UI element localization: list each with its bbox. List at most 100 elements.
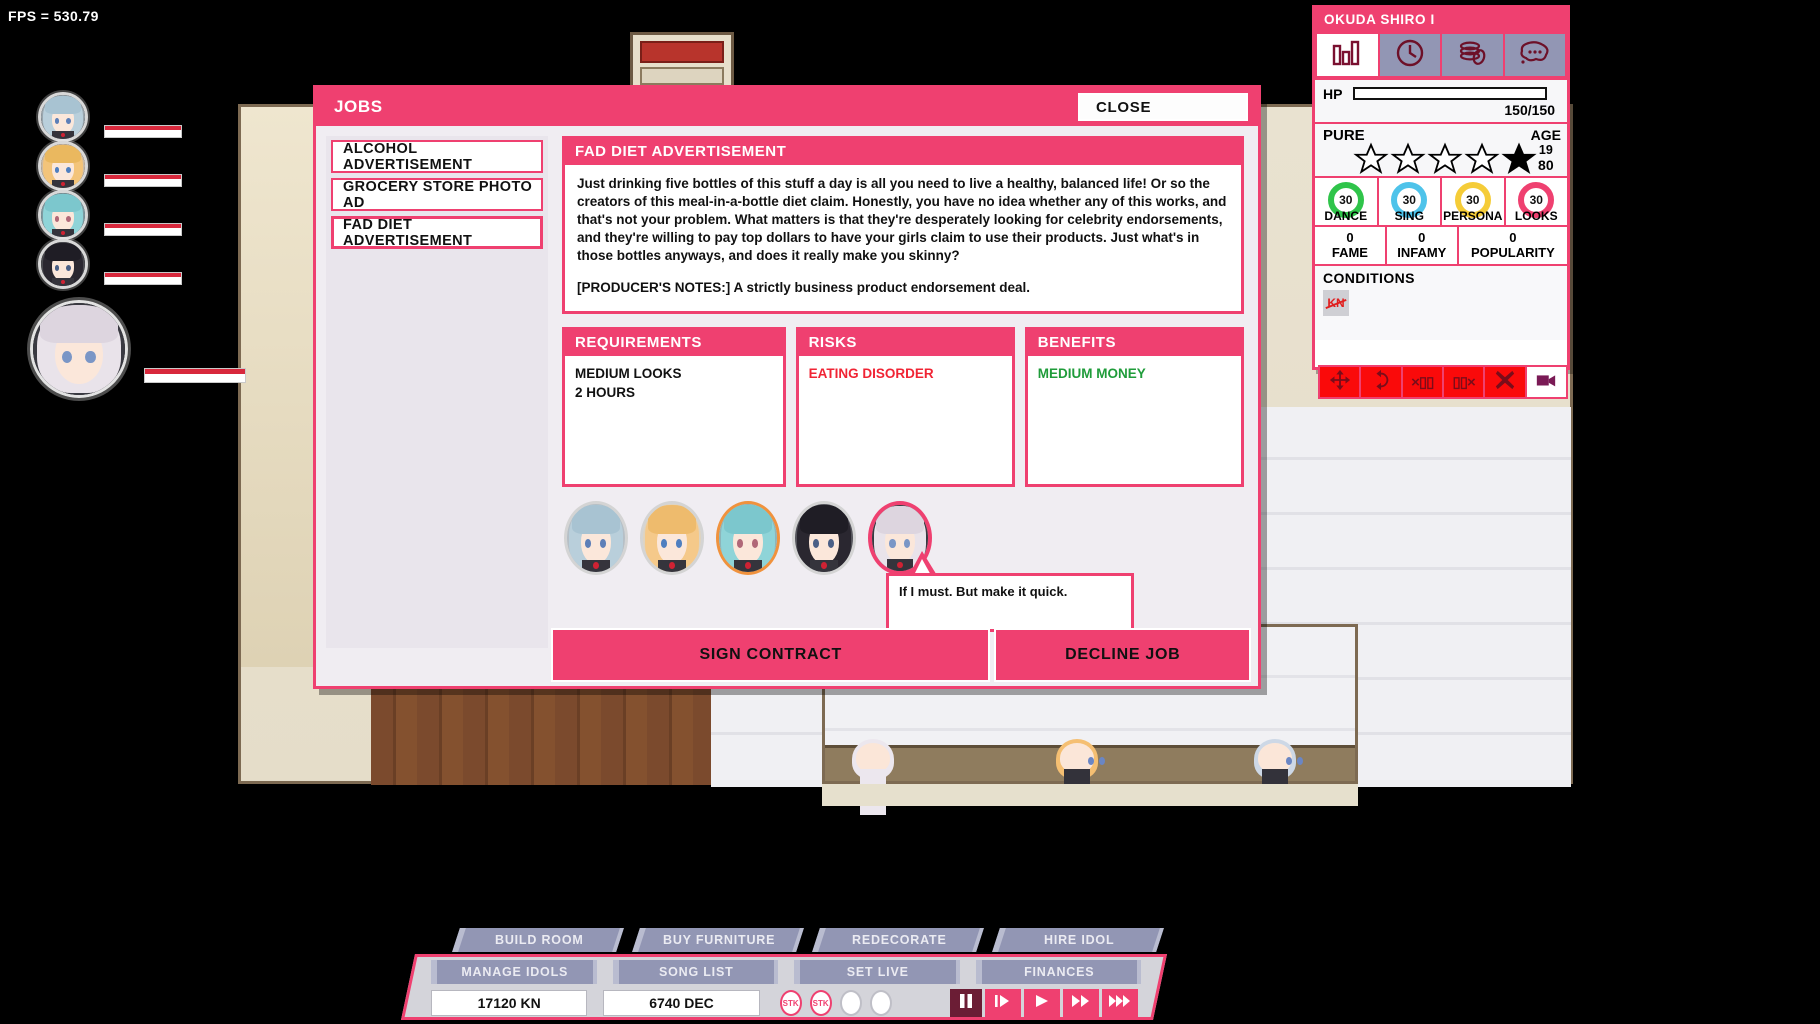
persona-value: 30: [1466, 193, 1480, 207]
meta-fame: 0 FAME: [1315, 227, 1387, 264]
purity-section: PURE AGE 19 80: [1315, 122, 1567, 176]
fame-label: FAME: [1331, 245, 1368, 260]
avatar[interactable]: [38, 190, 88, 240]
camera-icon: [1535, 369, 1557, 396]
tab-stats[interactable]: [1317, 34, 1378, 76]
roster-item[interactable]: [38, 190, 182, 240]
job-attributes-row: REQUIREMENTS MEDIUM LOOKS 2 HOURS RISKS …: [562, 326, 1244, 487]
avatar[interactable]: [38, 239, 88, 289]
flip-y-icon: ▯▯×: [1452, 374, 1476, 391]
idol-picker-slot-1[interactable]: [564, 501, 628, 575]
stock-slot-4[interactable]: [869, 990, 892, 1016]
hire-idol-button[interactable]: HIRE IDOL: [992, 928, 1164, 952]
benefits-panel: BENEFITS MEDIUM MONEY: [1024, 326, 1244, 487]
sing-value: 30: [1402, 193, 1416, 207]
stock-slot-1[interactable]: STK: [779, 990, 802, 1016]
character-toolbar: ×▯▯ ▯▯×: [1318, 365, 1568, 399]
looks-value: 30: [1529, 193, 1543, 207]
condition-badge-kn[interactable]: KN: [1323, 290, 1349, 316]
stat-looks: 30 LOOKS: [1505, 178, 1567, 225]
cabinet-drawer-red: [640, 41, 724, 63]
star-icon-empty: [1427, 142, 1463, 174]
fast-forward-button[interactable]: [1062, 989, 1099, 1017]
flip-vertical-button[interactable]: ▯▯×: [1443, 367, 1484, 397]
benefit-value: MEDIUM MONEY: [1037, 365, 1146, 381]
job-list-item-alcohol[interactable]: ALCOHOL ADVERTISEMENT: [331, 140, 543, 173]
hp-value: 150/150: [1504, 102, 1555, 118]
redecorate-button[interactable]: REDECORATE: [812, 928, 984, 952]
build-room-button[interactable]: BUILD ROOM: [452, 928, 624, 952]
tab-thoughts[interactable]: [1504, 34, 1565, 76]
avatar-selected[interactable]: [30, 300, 128, 398]
sign-contract-button[interactable]: SIGN CONTRACT: [551, 628, 991, 682]
persona-label: PERSONA: [1443, 209, 1503, 223]
job-list-item-fad-diet[interactable]: FAD DIET ADVERTISEMENT: [331, 216, 543, 249]
roster-item[interactable]: [38, 239, 182, 289]
manage-idols-button[interactable]: MANAGE IDOLS: [431, 960, 597, 984]
tab-schedule[interactable]: [1379, 34, 1440, 76]
tab-finance[interactable]: [1442, 34, 1503, 76]
delete-button[interactable]: [1485, 367, 1525, 397]
very-fast-forward-button[interactable]: [1101, 989, 1138, 1017]
hp-bar: [104, 272, 182, 285]
buy-furniture-button[interactable]: BUY FURNITURE: [632, 928, 804, 952]
popularity-label: POPULARITY: [1470, 245, 1555, 260]
meta-popularity: 0 POPULARITY: [1458, 227, 1567, 264]
requirement-value: 2 HOURS: [575, 385, 636, 401]
fps-counter: FPS = 530.79: [8, 8, 99, 24]
close-button[interactable]: CLOSE: [1078, 93, 1248, 121]
character-panel-tabs: [1315, 32, 1567, 78]
camera-button[interactable]: [1526, 367, 1566, 397]
move-button[interactable]: [1320, 367, 1360, 397]
infamy-value: 0: [1418, 230, 1426, 245]
hp-label: HP: [1323, 85, 1343, 102]
hp-bar: [104, 125, 182, 138]
job-description-panel: FAD DIET ADVERTISEMENT Just drinking fiv…: [562, 136, 1244, 314]
dance-label: DANCE: [1324, 209, 1368, 223]
job-list-item-grocery[interactable]: GROCERY STORE PHOTO AD: [331, 178, 543, 211]
job-description-text: Just drinking five bottles of this stuff…: [577, 176, 1227, 263]
play-icon: [1034, 994, 1050, 1013]
stat-dance: 30 DANCE: [1315, 178, 1379, 225]
job-action-row: SIGN CONTRACT DECLINE JOB: [551, 628, 1251, 682]
decline-job-button[interactable]: DECLINE JOB: [994, 628, 1251, 682]
hp-bar: [104, 223, 182, 236]
set-live-button[interactable]: SET LIVE: [794, 960, 960, 984]
flip-horizontal-button[interactable]: ×▯▯: [1402, 367, 1442, 397]
requirement-value: MEDIUM LOOKS: [575, 365, 682, 381]
job-list: ALCOHOL ADVERTISEMENT GROCERY STORE PHOT…: [326, 136, 548, 648]
song-list-button[interactable]: SONG LIST: [612, 960, 778, 984]
hp-bar: [104, 174, 182, 187]
rotate-icon: [1370, 369, 1392, 396]
idol-picker-slot-3[interactable]: [716, 501, 780, 575]
window-title: JOBS: [334, 97, 383, 116]
bottom-toolbar-mid-row: MANAGE IDOLS SONG LIST SET LIVE FINANCES: [431, 960, 1141, 985]
play-button[interactable]: [1023, 989, 1060, 1017]
roster-item[interactable]: [38, 141, 182, 191]
move-icon: [1329, 369, 1351, 396]
cabinet-drawer-light: [640, 67, 724, 85]
stock-slot-3[interactable]: [839, 990, 862, 1016]
age-label: AGE: [1530, 127, 1561, 143]
bottom-toolbar-main: MANAGE IDOLS SONG LIST SET LIVE FINANCES…: [400, 954, 1168, 1020]
clock-icon: [1393, 38, 1427, 73]
play-step-button[interactable]: [984, 989, 1021, 1017]
stock-slot-2[interactable]: STK: [809, 990, 832, 1016]
idol-picker-slot-2[interactable]: [640, 501, 704, 575]
rotate-button[interactable]: [1361, 367, 1401, 397]
roster-item[interactable]: [38, 92, 182, 142]
avatar[interactable]: [38, 92, 88, 142]
play-step-icon: [994, 994, 1012, 1013]
idol-picker-slot-4[interactable]: [792, 501, 856, 575]
job-detail: FAD DIET ADVERTISEMENT Just drinking fiv…: [562, 136, 1244, 487]
avatar[interactable]: [38, 141, 88, 191]
age-value-secondary: 80: [1538, 157, 1554, 173]
speed-controls: [949, 989, 1141, 1017]
star-icon-empty: [1464, 142, 1500, 174]
hp-bar: [1352, 87, 1547, 101]
finances-button[interactable]: FINANCES: [975, 960, 1141, 984]
pause-button[interactable]: [949, 989, 982, 1017]
stock-slots: STK STK: [776, 990, 934, 1016]
requirements-header: REQUIREMENTS: [565, 329, 783, 356]
popularity-value: 0: [1509, 230, 1517, 245]
